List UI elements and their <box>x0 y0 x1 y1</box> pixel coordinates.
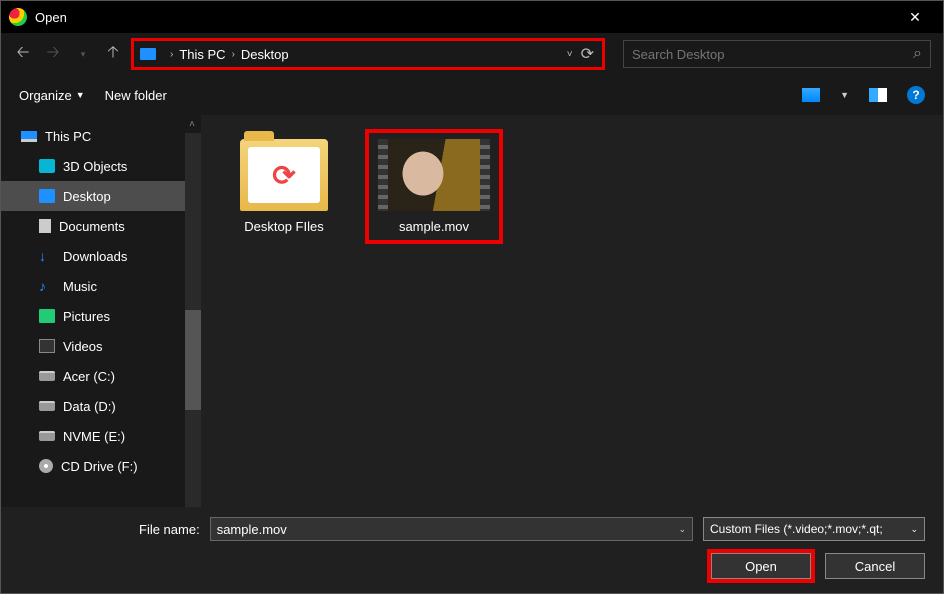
forward-button[interactable]: 🡢 <box>43 44 63 64</box>
download-icon: ↓ <box>39 249 55 263</box>
monitor-icon <box>140 48 156 60</box>
file-type-filter[interactable]: Custom Files (*.video;*.mov;*.qt; ⌄ <box>703 517 925 541</box>
preview-pane-button[interactable] <box>869 88 887 102</box>
sidebar-item-label: Downloads <box>63 249 127 264</box>
filename-field[interactable]: ⌄ <box>210 517 693 541</box>
scroll-up-icon[interactable]: ˄ <box>189 119 195 130</box>
sidebar-item-label: Pictures <box>63 309 110 324</box>
file-list[interactable]: ⟳ Desktop FIles sample.mov <box>201 115 943 507</box>
scrollbar-thumb[interactable] <box>185 310 201 410</box>
open-button[interactable]: Open <box>711 553 811 579</box>
help-button[interactable]: ? <box>907 86 925 104</box>
sidebar-item-label: Music <box>63 279 97 294</box>
sidebar-item-label: Videos <box>63 339 103 354</box>
chevron-right-icon: › <box>170 49 173 60</box>
file-label: sample.mov <box>399 219 469 234</box>
pictures-icon <box>39 309 55 323</box>
desktop-icon <box>39 189 55 203</box>
sidebar-item-label: Acer (C:) <box>63 369 115 384</box>
open-button-label: Open <box>745 559 777 574</box>
pc-icon <box>21 131 37 142</box>
search-icon[interactable]: ⌕ <box>913 45 922 63</box>
sidebar-item-desktop[interactable]: Desktop <box>1 181 201 211</box>
sidebar-item-videos[interactable]: Videos <box>1 331 201 361</box>
sidebar-item-music[interactable]: ♪ Music <box>1 271 201 301</box>
footer: File name: ⌄ Custom Files (*.video;*.mov… <box>1 507 943 593</box>
organize-label: Organize <box>19 88 72 103</box>
up-button[interactable]: 🡡 <box>103 44 123 64</box>
filename-input[interactable] <box>217 522 679 537</box>
titlebar: Open ✕ <box>1 1 943 33</box>
sidebar-item-label: Documents <box>59 219 125 234</box>
cube-icon <box>39 159 55 173</box>
cancel-button[interactable]: Cancel <box>825 553 925 579</box>
breadcrumb-root[interactable]: This PC <box>179 47 225 62</box>
document-icon <box>39 219 51 233</box>
filter-label: Custom Files (*.video;*.mov;*.qt; <box>710 522 883 536</box>
video-thumbnail-icon <box>378 139 490 211</box>
file-sample-mov[interactable]: sample.mov <box>369 133 499 240</box>
window-title: Open <box>35 10 67 25</box>
drive-icon <box>39 431 55 441</box>
chrome-icon <box>9 8 27 26</box>
sidebar-item-drive-e[interactable]: NVME (E:) <box>1 421 201 451</box>
sidebar-item-downloads[interactable]: ↓ Downloads <box>1 241 201 271</box>
sidebar-item-label: Data (D:) <box>63 399 116 414</box>
navbar: 🡠 🡢 ▾ 🡡 › This PC › Desktop ˅ ⟳ ⌕ <box>1 33 943 75</box>
chevron-right-icon: › <box>232 49 235 60</box>
sidebar-item-documents[interactable]: Documents <box>1 211 201 241</box>
toolbar: Organize ▼ New folder ▼ ? <box>1 75 943 115</box>
folder-desktop-files[interactable]: ⟳ Desktop FIles <box>219 133 349 240</box>
open-dialog: Open ✕ 🡠 🡢 ▾ 🡡 › This PC › Desktop ˅ ⟳ ⌕… <box>0 0 944 594</box>
sidebar-item-label: 3D Objects <box>63 159 127 174</box>
recent-dropdown[interactable]: ▾ <box>73 44 93 64</box>
sidebar-item-pictures[interactable]: Pictures <box>1 301 201 331</box>
drive-icon <box>39 371 55 381</box>
organize-menu[interactable]: Organize ▼ <box>19 88 85 103</box>
filename-label: File name: <box>139 522 200 537</box>
drive-icon <box>39 401 55 411</box>
sidebar-item-3d-objects[interactable]: 3D Objects <box>1 151 201 181</box>
sidebar-item-label: NVME (E:) <box>63 429 125 444</box>
new-folder-label: New folder <box>105 88 167 103</box>
chevron-down-icon[interactable]: ⌄ <box>678 524 686 535</box>
music-icon: ♪ <box>39 279 55 293</box>
sidebar-item-label: Desktop <box>63 189 111 204</box>
search-input[interactable] <box>632 47 913 62</box>
chevron-down-icon[interactable]: ▼ <box>840 90 849 100</box>
view-icons-button[interactable] <box>802 88 820 102</box>
chevron-down-icon: ⌄ <box>910 524 918 535</box>
videos-icon <box>39 339 55 353</box>
disc-icon <box>39 459 53 473</box>
sidebar-item-cd-drive[interactable]: CD Drive (F:) <box>1 451 201 481</box>
close-button[interactable]: ✕ <box>895 9 935 26</box>
folder-icon: ⟳ <box>240 139 328 211</box>
new-folder-button[interactable]: New folder <box>105 88 167 103</box>
file-label: Desktop FIles <box>244 219 323 234</box>
refresh-icon[interactable]: ⟳ <box>581 44 594 64</box>
breadcrumb[interactable]: › This PC › Desktop ˅ ⟳ <box>133 40 603 68</box>
cancel-button-label: Cancel <box>855 559 895 574</box>
breadcrumb-dropdown[interactable]: ˅ <box>567 49 573 60</box>
sidebar-item-this-pc[interactable]: This PC <box>1 121 201 151</box>
sidebar: ˄ This PC 3D Objects Desktop Documents ↓ <box>1 115 201 507</box>
sidebar-item-drive-c[interactable]: Acer (C:) <box>1 361 201 391</box>
back-button[interactable]: 🡠 <box>13 44 33 64</box>
search-box[interactable]: ⌕ <box>623 40 931 68</box>
sidebar-item-label: This PC <box>45 129 91 144</box>
sidebar-item-label: CD Drive (F:) <box>61 459 138 474</box>
breadcrumb-folder[interactable]: Desktop <box>241 47 289 62</box>
chevron-down-icon: ▼ <box>76 90 85 100</box>
sidebar-item-drive-d[interactable]: Data (D:) <box>1 391 201 421</box>
